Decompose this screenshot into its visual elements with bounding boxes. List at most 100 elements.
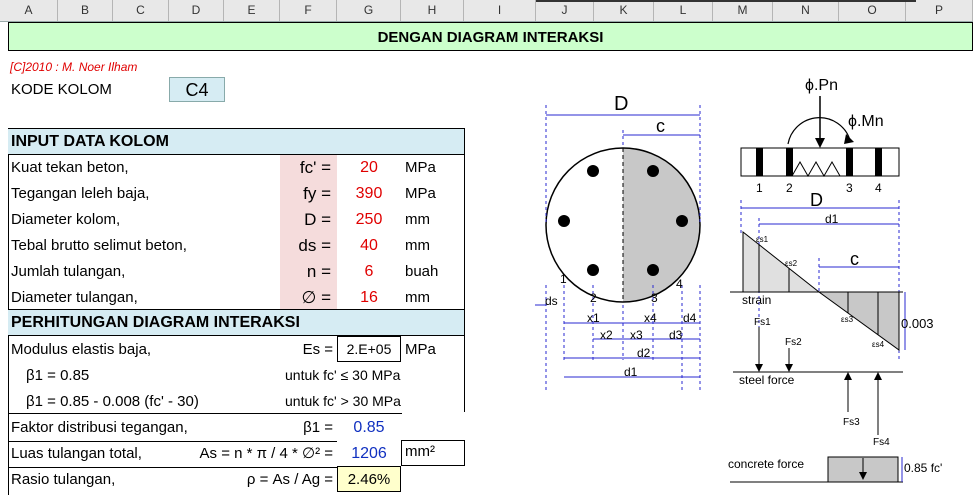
col-header-l[interactable]: L <box>654 0 713 21</box>
kode-kolom-value[interactable]: C4 <box>169 77 225 102</box>
load-arrows: ϕ.Pn ϕ.Mn <box>787 77 884 148</box>
col-header-c[interactable]: C <box>113 0 169 21</box>
calc-formula-as: As = n * π / 4 * ∅² = <box>199 445 333 462</box>
input-value[interactable]: 6 <box>337 259 401 285</box>
selection-marker <box>536 0 916 2</box>
calc-section-header: PERHITUNGAN DIAGRAM INTERAKSI <box>8 309 465 336</box>
steel-force-diagram: Fs1 Fs2 Fs3 Fs4 steel force <box>733 317 903 448</box>
label-d4: d4 <box>683 311 697 325</box>
col-header-e[interactable]: E <box>224 0 280 21</box>
col-header-d[interactable]: D <box>169 0 224 21</box>
label-c: c <box>656 116 665 136</box>
col-header-b[interactable]: B <box>58 0 113 21</box>
beta-rule-b: β1 = 0.85 - 0.008 (fc' - 30) <box>26 393 199 410</box>
strain-diagram: εs1 εs2 εs3 εs4 strain 0.003 <box>730 230 934 351</box>
label-strip-3: 3 <box>846 181 853 195</box>
label-strain-value: 0.003 <box>901 316 934 331</box>
divider <box>8 467 337 468</box>
label-ds: ds <box>545 294 558 308</box>
label-bar-4: 4 <box>676 277 683 291</box>
label-x4: x4 <box>644 311 657 325</box>
page-title: DENGAN DIAGRAM INTERAKSI <box>8 22 973 51</box>
input-value[interactable]: 390 <box>337 181 401 207</box>
label-fs1: Fs1 <box>754 317 771 328</box>
input-unit: MPa <box>405 159 436 176</box>
kode-kolom-label: KODE KOLOM <box>11 81 112 98</box>
label-bar-3: 3 <box>651 291 658 305</box>
column-header-bar: A B C D E F G H I J K L M N O P <box>0 0 973 22</box>
label-eps2: εs2 <box>785 259 798 268</box>
input-label: Tegangan leleh baja, <box>11 185 150 202</box>
label-fs2: Fs2 <box>785 337 802 348</box>
calc-symbol-es: Es = <box>302 341 333 358</box>
divider <box>8 413 402 414</box>
beta-condition-a: untuk fc' ≤ 30 MPa <box>285 367 401 383</box>
input-label: Diameter kolom, <box>11 211 121 228</box>
label-d2: d2 <box>637 346 651 360</box>
beta-condition-b: untuk fc' > 30 MPa <box>285 393 401 409</box>
calc-unit-es: MPa <box>405 341 436 358</box>
col-header-g[interactable]: G <box>337 0 401 21</box>
calc-value-beta[interactable]: 0.85 <box>337 415 401 441</box>
label-eps4: εs4 <box>872 340 885 349</box>
col-header-o[interactable]: O <box>839 0 906 21</box>
calc-value-es[interactable]: 2.E+05 <box>337 336 401 362</box>
label-strip-2: 2 <box>786 181 793 195</box>
label-x1: x1 <box>587 311 600 325</box>
calc-formula-rho: ρ = As / Ag = <box>246 471 333 488</box>
col-header-a[interactable]: A <box>0 0 58 21</box>
calc-label-rasio: Rasio tulangan, <box>11 471 116 488</box>
interaction-diagram: D c ds 2 3 4 1 x1 x4 d4 x2 x3 d3 d2 d1 ϕ… <box>535 77 942 483</box>
input-symbol: D = <box>280 207 337 233</box>
calc-value-as[interactable]: 1206 <box>337 441 401 467</box>
input-symbol: ds = <box>280 233 337 259</box>
input-symbol: ∅ = <box>280 285 337 309</box>
input-label: Kuat tekan beton, <box>11 159 129 176</box>
beta-rule-a: β1 = 0.85 <box>26 367 90 384</box>
label-D: D <box>614 93 628 115</box>
col-header-m[interactable]: M <box>713 0 773 21</box>
input-unit: mm <box>405 289 430 306</box>
input-value[interactable]: 16 <box>337 285 401 309</box>
input-value[interactable]: 40 <box>337 233 401 259</box>
calc-value-rho[interactable]: 2.46% <box>337 466 401 492</box>
col-header-j[interactable]: J <box>536 0 594 21</box>
label-d3: d3 <box>669 328 683 342</box>
label-eps1: εs1 <box>756 235 769 244</box>
input-label: Diameter tulangan, <box>11 289 138 306</box>
col-header-p[interactable]: P <box>906 0 973 21</box>
col-header-n[interactable]: N <box>773 0 839 21</box>
col-header-f[interactable]: F <box>280 0 337 21</box>
input-value[interactable]: 20 <box>337 155 401 181</box>
input-label: Jumlah tulangan, <box>11 263 126 280</box>
input-unit: mm <box>405 211 430 228</box>
credit-text: [C]2010 : M. Noer Ilham <box>10 60 138 74</box>
label-d1: d1 <box>624 365 638 379</box>
label-strip-d1: d1 <box>825 212 839 226</box>
label-phi-mn: ϕ.Mn <box>848 113 884 130</box>
label-strip-1: 1 <box>756 181 763 195</box>
label-x2: x2 <box>600 328 613 342</box>
label-concrete-value: 0.85 fc' <box>904 461 942 475</box>
input-unit: buah <box>405 263 439 280</box>
input-symbol: n = <box>280 259 337 285</box>
label-strip-c: c <box>850 249 859 269</box>
col-header-i[interactable]: I <box>464 0 536 21</box>
input-value[interactable]: 250 <box>337 207 401 233</box>
input-section-header: INPUT DATA KOLOM <box>8 128 465 155</box>
calc-symbol-beta: β1 = <box>303 419 333 436</box>
input-symbol: fy = <box>280 181 337 207</box>
calc-label-modulus: Modulus elastis baja, <box>11 341 152 358</box>
input-label: Tebal brutto selimut beton, <box>11 237 187 254</box>
col-header-k[interactable]: K <box>594 0 654 21</box>
label-steel-force: steel force <box>739 373 795 387</box>
calc-unit-as: mm² <box>401 440 465 466</box>
label-strip-D: D <box>810 190 823 210</box>
input-unit: mm <box>405 237 430 254</box>
input-symbol: fc' = <box>280 155 337 181</box>
right-border <box>464 155 465 412</box>
label-phi-pn: ϕ.Pn <box>805 77 838 94</box>
label-strip-4: 4 <box>875 181 882 195</box>
col-header-h[interactable]: H <box>401 0 464 21</box>
label-fs3: Fs3 <box>843 417 860 428</box>
